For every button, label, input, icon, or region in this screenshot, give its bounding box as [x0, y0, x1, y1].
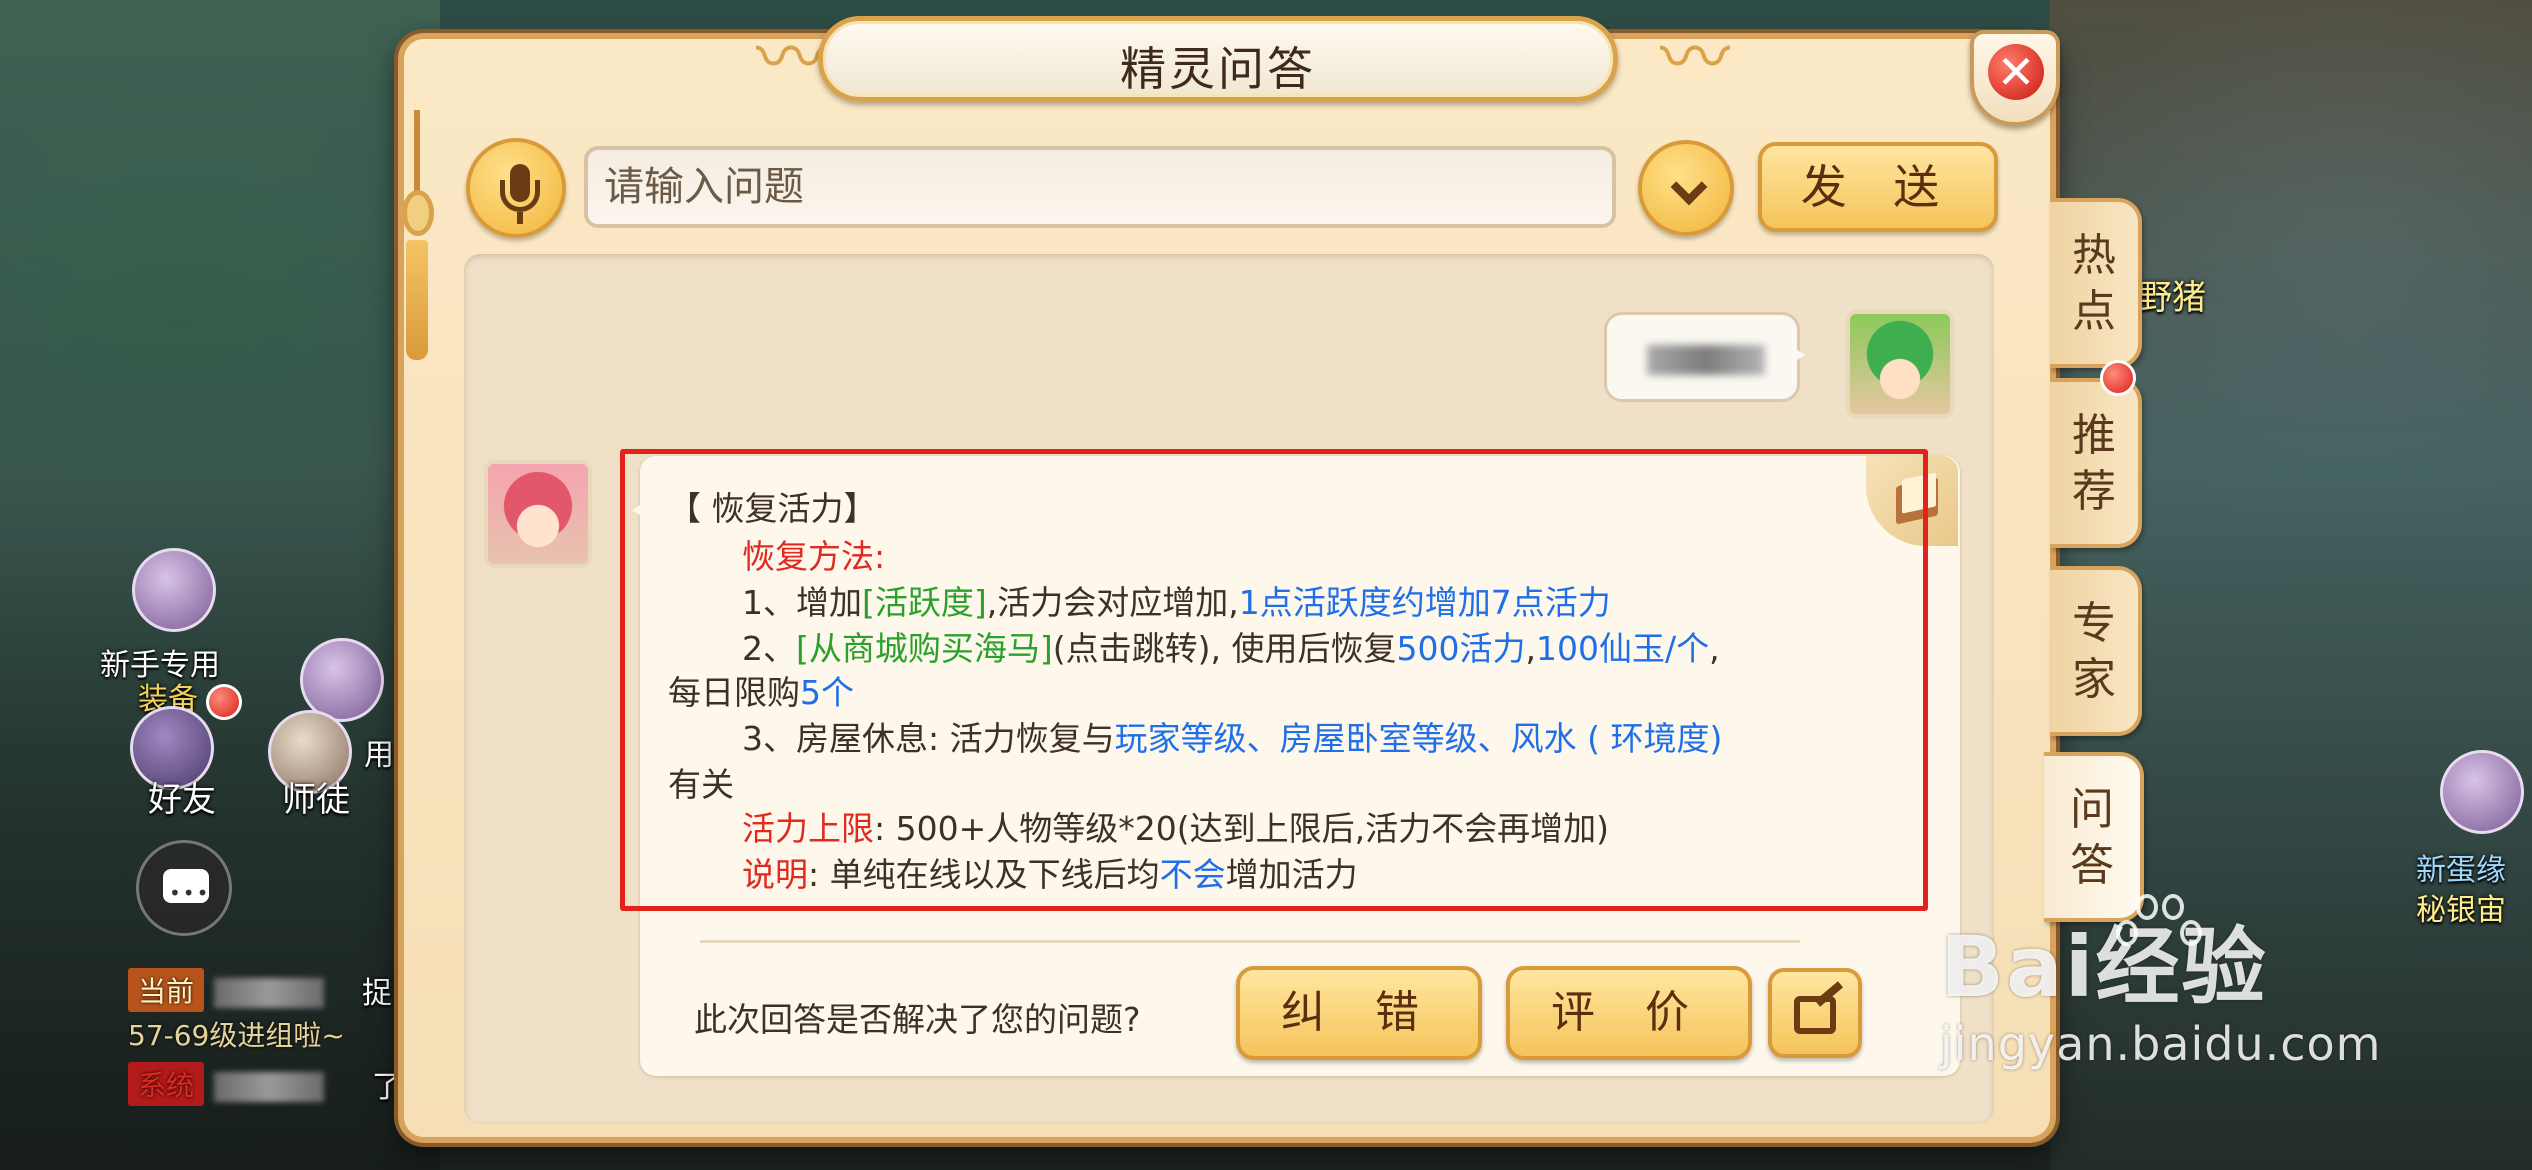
- item1-mid: ,活力会对应增加,: [986, 583, 1239, 622]
- question-input[interactable]: [584, 146, 1616, 228]
- item2-line2-prefix: 每日限购: [668, 673, 800, 712]
- note-end: 增加活力: [1225, 855, 1358, 894]
- right-user-label: 用: [364, 738, 394, 773]
- rate-button[interactable]: 评 价: [1506, 966, 1752, 1060]
- tab-hot-line2: 点: [2072, 286, 2116, 337]
- buy-seahorse-link[interactable]: [从商城购买海马]: [796, 629, 1053, 668]
- item3-prefix: 3、房屋休息: 活力恢复与: [742, 719, 1115, 758]
- answer-item-2: 2、[从商城购买海马](点击跳转), 使用后恢复500活力,100仙玉/个,: [742, 622, 1720, 670]
- note-prefix: : 单纯在线以及下线后均: [808, 855, 1160, 894]
- chat-tag-system: 系统: [128, 1062, 205, 1106]
- close-icon: ✕: [1988, 44, 2044, 100]
- answer-divider: [700, 940, 1800, 943]
- npc-label-boar: 野猪: [2138, 278, 2206, 318]
- note-highlight: 不会: [1159, 855, 1226, 894]
- chat-tag-current: 当前: [128, 968, 205, 1012]
- npc-label-egg: 新蛋缘: [2416, 853, 2506, 888]
- tab-hot-line1: 热: [2072, 230, 2116, 281]
- friends-button[interactable]: 好友: [148, 772, 216, 821]
- tab-recommend[interactable]: 推荐: [2050, 378, 2142, 548]
- item1-prefix: 1、增加: [742, 583, 862, 622]
- npc-label-silver: 秘银宙: [2416, 893, 2506, 928]
- answer-limit: 活力上限: 500+人物等级*20(达到上限后,活力不会再增加): [742, 802, 1609, 850]
- limit-label: 活力上限: [742, 809, 874, 848]
- activity-link[interactable]: [活跃度]: [862, 583, 987, 622]
- chat-line-current: 当前: [128, 968, 325, 1012]
- chat-line-team: 57-69级进组啦~: [128, 1019, 345, 1052]
- tab-expert[interactable]: 专家: [2050, 566, 2142, 736]
- tab-qa-line2: 答: [2070, 840, 2114, 891]
- answer-heading: 【 恢复活力】: [668, 489, 877, 528]
- tab-recommend-line2: 荐: [2072, 466, 2116, 517]
- notification-dot: [206, 684, 242, 720]
- answer-method-label: 恢复方法:: [742, 530, 885, 578]
- egg-icon[interactable]: [2440, 750, 2524, 834]
- feedback-question: 此次回答是否解决了您的问题?: [694, 1000, 1141, 1039]
- chevron-down-icon: [1670, 168, 1708, 206]
- item2-line2-highlight: 5个: [800, 673, 854, 712]
- tassel-ornament: [400, 110, 436, 370]
- close-button[interactable]: ✕: [1970, 30, 2060, 126]
- tab-expert-line2: 家: [2072, 654, 2116, 705]
- chat-bubble-icon[interactable]: •••: [136, 840, 232, 936]
- user-message-bubble: [1604, 312, 1805, 402]
- baidu-paw-icon: [2110, 890, 2202, 980]
- report-error-button[interactable]: 纠 错: [1236, 966, 1482, 1060]
- baidu-watermark: Bai经验 jingyan.baidu.com: [1940, 894, 2382, 1071]
- answer-item-2-line2: 每日限购5个: [668, 666, 854, 714]
- item2-mid: (点击跳转), 使用后恢复: [1052, 629, 1397, 668]
- limit-text: : 500+人物等级*20(达到上限后,活力不会再增加): [874, 809, 1609, 848]
- tab-hot[interactable]: 热点: [2050, 198, 2142, 368]
- answer-note: 说明: 单纯在线以及下线后均不会增加活力: [742, 848, 1358, 896]
- history-dropdown-button[interactable]: [1638, 140, 1734, 236]
- item1-highlight: 1点活跃度约增加7点活力: [1238, 583, 1611, 622]
- send-button[interactable]: 发 送: [1758, 142, 1998, 232]
- user-message-text-blurred: [1647, 345, 1765, 375]
- dialog-title: 精灵问答: [1120, 42, 1316, 96]
- watermark-url: jingyan.baidu.com: [1940, 1017, 2382, 1071]
- recommend-notification-dot: [2100, 360, 2136, 396]
- voice-input-button[interactable]: [466, 138, 566, 238]
- answer-item-3-line2: 有关: [668, 765, 734, 804]
- bot-avatar: [484, 460, 592, 568]
- item2-highlight-2: 100仙玉/个: [1535, 629, 1710, 668]
- item2-sep: ,: [1525, 629, 1536, 668]
- method-label: 恢复方法:: [742, 537, 886, 576]
- share-button[interactable]: [1768, 968, 1862, 1058]
- master-button[interactable]: 师徒: [282, 772, 350, 821]
- user-avatar: [1846, 310, 1954, 418]
- answer-item-1: 1、增加[活跃度],活力会对应增加,1点活跃度约增加7点活力: [742, 576, 1611, 624]
- item3-highlight: 玩家等级、房屋卧室等级、风水 ( 环境度): [1114, 719, 1723, 758]
- dialog-title-plate: 精灵问答: [818, 16, 1618, 102]
- tab-qa-line1: 问: [2070, 784, 2114, 835]
- newbie-gift-icon[interactable]: [132, 548, 216, 632]
- item2-highlight-1: 500活力: [1396, 629, 1526, 668]
- tab-recommend-line1: 推: [2072, 410, 2116, 461]
- cloud-ornament-right-icon: 〰: [1660, 17, 1730, 99]
- note-label: 说明: [742, 855, 808, 894]
- chat-line-system: 系统: [128, 1062, 325, 1106]
- answer-item-3: 3、房屋休息: 活力恢复与玩家等级、房屋卧室等级、风水 ( 环境度): [742, 712, 1722, 760]
- tab-expert-line1: 专: [2072, 598, 2116, 649]
- item2-prefix: 2、: [742, 629, 796, 668]
- item2-end: ,: [1709, 629, 1720, 668]
